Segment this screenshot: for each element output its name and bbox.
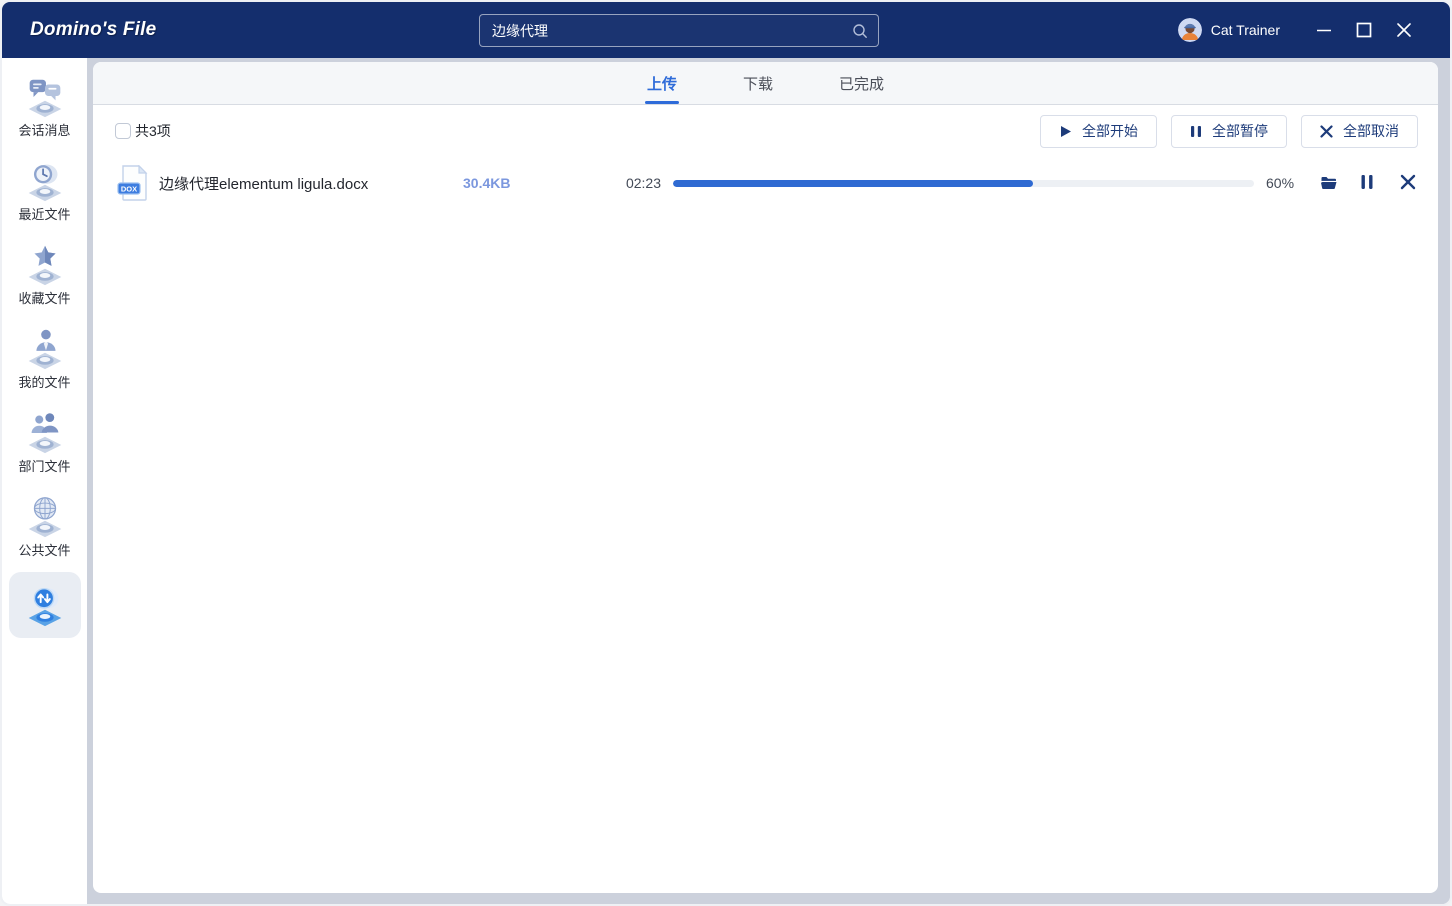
tabbar: 上传 下载 已完成 (93, 62, 1438, 105)
sidebar-item-department-files[interactable]: 部门文件 (9, 402, 81, 484)
tab-completed[interactable]: 已完成 (837, 62, 886, 104)
start-all-button[interactable]: 全部开始 (1040, 115, 1157, 148)
tab-upload[interactable]: 上传 (645, 62, 679, 104)
start-all-label: 全部开始 (1082, 121, 1138, 141)
sidebar-item-label: 公共文件 (18, 543, 70, 559)
search-input[interactable] (492, 23, 852, 39)
user-name[interactable]: Cat Trainer (1211, 22, 1280, 38)
sidebar-item-label: 部门文件 (18, 459, 70, 475)
avatar[interactable] (1178, 18, 1202, 42)
pause-all-label: 全部暂停 (1212, 121, 1268, 141)
app-title: Domino's File (30, 19, 156, 41)
window-controls (1304, 12, 1424, 48)
tab-download[interactable]: 下载 (741, 62, 775, 104)
play-icon (1059, 125, 1072, 138)
toolbar: 共3项 全部开始 全部暂停 (93, 105, 1438, 151)
titlebar: Domino's File Cat Trainer (2, 2, 1450, 58)
sidebar-item-label: 收藏文件 (18, 291, 70, 307)
select-all: 共3项 (115, 121, 171, 141)
transfer-panel: 上传 下载 已完成 共3项 全部开始 (93, 62, 1438, 893)
department-people-icon (22, 409, 68, 455)
transfer-list: DOX 边缘代理elementum ligula.docx 30.4KB 02:… (93, 151, 1438, 893)
sidebar-item-my-files[interactable]: 我的文件 (9, 318, 81, 400)
public-globe-icon (22, 493, 68, 539)
cancel-transfer-icon[interactable] (1400, 174, 1418, 192)
recent-clock-icon (22, 157, 68, 203)
my-files-person-icon (22, 325, 68, 371)
sidebar-item-transfer-list[interactable] (9, 572, 81, 638)
sidebar-item-label: 会话消息 (18, 123, 70, 139)
progress-percent: 60% (1266, 175, 1304, 191)
app-window: Domino's File Cat Trainer (0, 0, 1452, 906)
svg-text:DOX: DOX (121, 185, 137, 194)
pause-all-button[interactable]: 全部暂停 (1171, 115, 1287, 148)
search-icon[interactable] (852, 23, 868, 39)
close-button[interactable] (1384, 12, 1424, 48)
progress-fill (673, 180, 1033, 187)
titlebar-right: Cat Trainer (1178, 12, 1424, 48)
sidebar: 会话消息 最近文件 (2, 58, 87, 904)
search-box[interactable] (479, 14, 879, 47)
minimize-button[interactable] (1304, 12, 1344, 48)
sidebar-item-recent-files[interactable]: 最近文件 (9, 150, 81, 232)
favorites-star-icon (22, 241, 68, 287)
row-actions (1320, 174, 1418, 192)
cancel-all-label: 全部取消 (1343, 121, 1399, 141)
main-area: 上传 下载 已完成 共3项 全部开始 (87, 58, 1450, 904)
progress-bar (673, 180, 1254, 187)
selection-count-label: 共3项 (135, 121, 171, 141)
app-body: 会话消息 最近文件 (2, 58, 1450, 904)
maximize-button[interactable] (1344, 12, 1384, 48)
close-icon (1320, 125, 1333, 138)
cancel-all-button[interactable]: 全部取消 (1301, 115, 1418, 148)
sidebar-item-favorite-files[interactable]: 收藏文件 (9, 234, 81, 316)
sidebar-item-label: 我的文件 (18, 375, 70, 391)
pause-icon (1190, 125, 1202, 138)
transfer-row[interactable]: DOX 边缘代理elementum ligula.docx 30.4KB 02:… (117, 161, 1418, 205)
docx-file-icon: DOX (117, 165, 149, 201)
file-size: 30.4KB (463, 175, 581, 191)
open-folder-icon[interactable] (1320, 174, 1338, 192)
file-name: 边缘代理elementum ligula.docx (159, 173, 463, 194)
sidebar-item-public-files[interactable]: 公共文件 (9, 486, 81, 568)
pause-transfer-icon[interactable] (1360, 174, 1378, 192)
sidebar-item-chat-messages[interactable]: 会话消息 (9, 66, 81, 148)
sidebar-item-label: 最近文件 (18, 207, 70, 223)
toolbar-buttons: 全部开始 全部暂停 全部取消 (1040, 115, 1418, 148)
time-remaining: 02:23 (581, 175, 661, 191)
transfer-arrows-icon (22, 582, 68, 628)
chat-messages-icon (22, 73, 68, 119)
select-all-checkbox[interactable] (115, 123, 131, 139)
